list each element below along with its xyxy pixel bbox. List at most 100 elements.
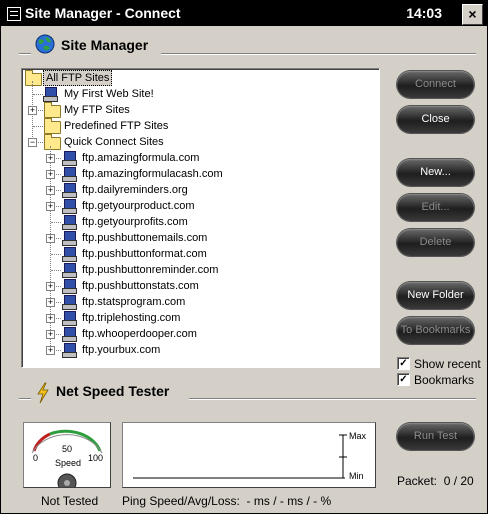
gauge-mid-label: 50 xyxy=(62,444,73,454)
site-manager-window: Site Manager - Connect 14:03 × Site Mana… xyxy=(0,0,488,514)
expand-icon[interactable]: + xyxy=(46,298,55,307)
quick-site-label: ftp.getyourproduct.com xyxy=(82,200,195,212)
expand-icon[interactable]: + xyxy=(46,346,55,355)
ftp-sites-tree[interactable]: All FTP Sites My First Web Site! + My FTP … xyxy=(21,68,380,368)
title-bar[interactable]: Site Manager - Connect 14:03 × xyxy=(1,1,487,26)
quick-site-item[interactable]: + ftp.getyourproduct.com xyxy=(22,198,362,214)
ping-graph: Max Min xyxy=(122,422,376,488)
edit-button[interactable]: Edit... xyxy=(397,194,474,221)
net-speed-heading: Net Speed Tester xyxy=(56,383,170,399)
computer-icon xyxy=(62,231,77,246)
window-title: Site Manager - Connect xyxy=(25,5,181,21)
expand-icon[interactable]: + xyxy=(46,330,55,339)
speed-gauge: 0 50 100 Speed xyxy=(23,422,111,488)
system-menu-icon[interactable] xyxy=(7,7,21,21)
globe-icon xyxy=(35,34,55,54)
expand-icon[interactable]: + xyxy=(46,154,55,163)
quick-site-item[interactable]: + ftp.statsprogram.com xyxy=(22,294,362,310)
expand-icon[interactable]: + xyxy=(46,314,55,323)
graph-max-label: Max xyxy=(349,431,367,441)
computer-icon xyxy=(62,215,77,230)
show-recent-checkbox[interactable]: ✓ xyxy=(397,357,410,370)
quick-site-label: ftp.statsprogram.com xyxy=(82,296,186,308)
expand-icon[interactable]: + xyxy=(28,106,37,115)
quick-site-label: ftp.amazingformula.com xyxy=(82,152,200,164)
bookmarks-checkbox[interactable]: ✓ xyxy=(397,373,410,386)
connect-button[interactable]: Connect xyxy=(397,71,474,98)
site-manager-heading: Site Manager xyxy=(61,37,149,53)
computer-icon xyxy=(62,311,77,326)
quick-site-item[interactable]: + ftp.pushbuttonemails.com xyxy=(22,230,362,246)
ping-graph-axes xyxy=(133,434,347,479)
quick-site-item[interactable]: ftp.getyourprofits.com xyxy=(22,214,362,230)
quick-site-item[interactable]: + ftp.yourbux.com xyxy=(22,342,362,358)
expand-icon[interactable]: + xyxy=(46,234,55,243)
run-test-button[interactable]: Run Test xyxy=(397,423,474,450)
expand-icon[interactable]: + xyxy=(46,202,55,211)
tree-item[interactable]: Predefined FTP Sites xyxy=(22,118,362,134)
tree-guide-line xyxy=(33,126,43,127)
tree-guide-line xyxy=(51,254,61,255)
computer-icon xyxy=(62,183,77,198)
folder-icon xyxy=(44,118,61,134)
gauge-min-label: 0 xyxy=(33,453,39,463)
computer-icon xyxy=(62,279,77,294)
divider xyxy=(19,53,31,55)
lightning-icon xyxy=(37,382,49,404)
tree-item[interactable]: + My FTP Sites xyxy=(22,102,362,118)
quick-site-label: ftp.triplehosting.com xyxy=(82,312,181,324)
expand-icon[interactable]: + xyxy=(46,282,55,291)
tree-item-label: Predefined FTP Sites xyxy=(64,120,169,132)
clock: 14:03 xyxy=(406,5,442,21)
close-button[interactable]: Close xyxy=(397,106,474,133)
tree-item-label: My First Web Site! xyxy=(64,88,154,100)
tree-item-label: All FTP Sites xyxy=(43,70,113,86)
folder-icon xyxy=(25,70,42,86)
close-window-button[interactable]: × xyxy=(462,4,483,25)
new-folder-button[interactable]: New Folder xyxy=(397,282,474,309)
quick-site-item[interactable]: + ftp.amazingformula.com xyxy=(22,150,362,166)
quick-site-label: ftp.pushbuttonemails.com xyxy=(82,232,208,244)
divider xyxy=(161,53,476,55)
expand-icon[interactable]: + xyxy=(46,170,55,179)
bookmarks-label: Bookmarks xyxy=(414,373,475,387)
quick-site-label: ftp.pushbuttonstats.com xyxy=(82,280,199,292)
folder-icon xyxy=(44,134,61,150)
quick-site-item[interactable]: ftp.pushbuttonformat.com xyxy=(22,246,362,262)
expand-icon[interactable]: + xyxy=(46,186,55,195)
computer-icon xyxy=(62,327,77,342)
gauge-max-label: 100 xyxy=(88,453,104,463)
collapse-icon[interactable]: − xyxy=(28,138,37,147)
computer-icon xyxy=(62,199,77,214)
quick-site-item[interactable]: + ftp.whooperdooper.com xyxy=(22,326,362,342)
gauge-speed-label: Speed xyxy=(55,458,82,468)
quick-site-item[interactable]: + ftp.dailyreminders.org xyxy=(22,182,362,198)
quick-site-label: ftp.yourbux.com xyxy=(82,344,161,356)
quick-site-label: ftp.pushbuttonreminder.com xyxy=(82,264,219,276)
computer-icon xyxy=(62,247,77,262)
tree-item-label: My FTP Sites xyxy=(64,104,130,116)
computer-icon xyxy=(62,167,77,182)
tree-guide-line xyxy=(51,222,61,223)
quick-site-label: ftp.whooperdooper.com xyxy=(82,328,197,340)
tree-root-item[interactable]: All FTP Sites xyxy=(22,70,362,86)
delete-button[interactable]: Delete xyxy=(397,229,474,256)
computer-icon xyxy=(62,295,77,310)
tree-item[interactable]: − Quick Connect Sites xyxy=(22,134,362,150)
quick-site-item[interactable]: ftp.pushbuttonreminder.com xyxy=(22,262,362,278)
divider xyxy=(19,398,31,400)
to-bookmarks-button[interactable]: To Bookmarks xyxy=(397,317,474,344)
quick-site-label: ftp.dailyreminders.org xyxy=(82,184,188,196)
ping-status: Ping Speed/Avg/Loss: - ms / - ms / - % xyxy=(122,494,332,508)
new-button[interactable]: New... xyxy=(397,159,474,186)
quick-site-item[interactable]: + ftp.triplehosting.com xyxy=(22,310,362,326)
tree-guide-line xyxy=(33,94,43,95)
tree-guide-line xyxy=(51,270,61,271)
show-recent-label: Show recent xyxy=(414,357,481,371)
speed-status: Not Tested xyxy=(41,494,99,508)
quick-site-label: ftp.pushbuttonformat.com xyxy=(82,248,207,260)
quick-site-item[interactable]: + ftp.pushbuttonstats.com xyxy=(22,278,362,294)
divider xyxy=(189,398,476,400)
tree-item[interactable]: My First Web Site! xyxy=(22,86,362,102)
quick-site-item[interactable]: + ftp.amazingformulacash.com xyxy=(22,166,362,182)
